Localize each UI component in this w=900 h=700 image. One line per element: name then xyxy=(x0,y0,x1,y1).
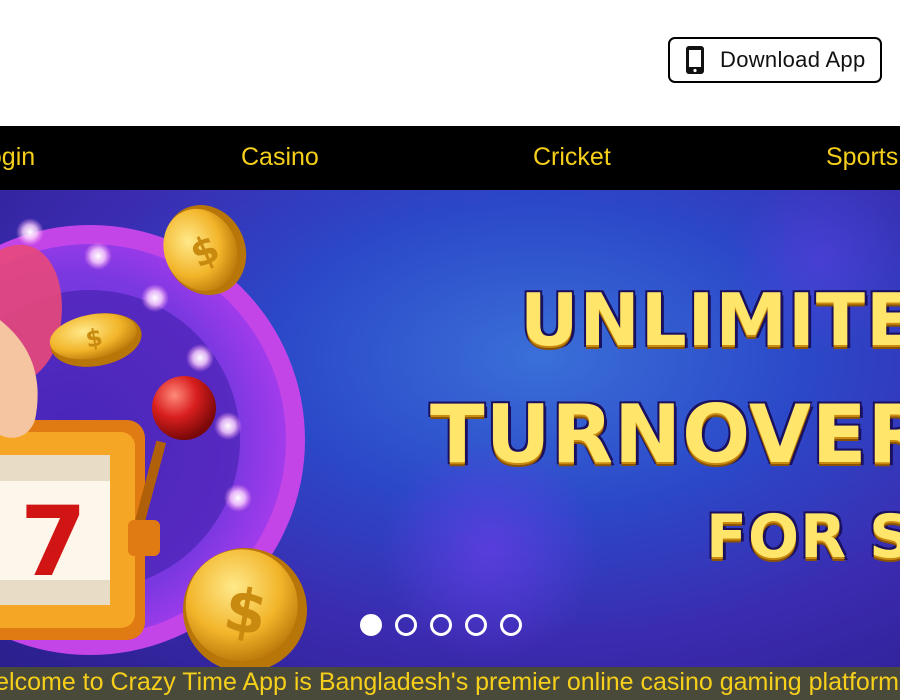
announcement-ticker: Welcome to Crazy Time App is Bangladesh'… xyxy=(0,667,900,700)
ticker-text: Welcome to Crazy Time App is Bangladesh'… xyxy=(0,668,899,696)
download-app-button[interactable]: Download App xyxy=(668,37,882,83)
carousel-dot-3[interactable] xyxy=(430,614,452,636)
carousel-dot-5[interactable] xyxy=(500,614,522,636)
smartphone-icon xyxy=(684,45,706,75)
nav-item-cricket[interactable]: Cricket xyxy=(533,126,611,188)
promo-banner[interactable]: 7 $ $ $ UNLIMITE TURNOVER FOR S xyxy=(0,190,900,667)
lever-ball xyxy=(152,376,216,440)
carousel-dot-1[interactable] xyxy=(360,614,382,636)
carousel-indicators xyxy=(360,614,522,636)
header: Download App xyxy=(0,0,900,126)
download-app-label: Download App xyxy=(720,47,866,72)
main-nav: Login Casino Cricket Sports xyxy=(0,126,900,190)
page: Download App Login Casino Cricket Sports xyxy=(0,0,900,700)
nav-item-sports[interactable]: Sports xyxy=(826,126,898,188)
nav-item-login[interactable]: Login xyxy=(0,126,35,188)
banner-headline-turnover: TURNOVER xyxy=(430,388,900,481)
carousel-dot-4[interactable] xyxy=(465,614,487,636)
slot-machine: 7 xyxy=(0,420,167,640)
banner-headline-unlimited: UNLIMITED xyxy=(520,278,900,362)
svg-text:7: 7 xyxy=(20,486,87,598)
carousel-dot-2[interactable] xyxy=(395,614,417,636)
banner-headline-for: FOR S xyxy=(706,502,900,572)
nav-item-casino[interactable]: Casino xyxy=(241,126,319,188)
